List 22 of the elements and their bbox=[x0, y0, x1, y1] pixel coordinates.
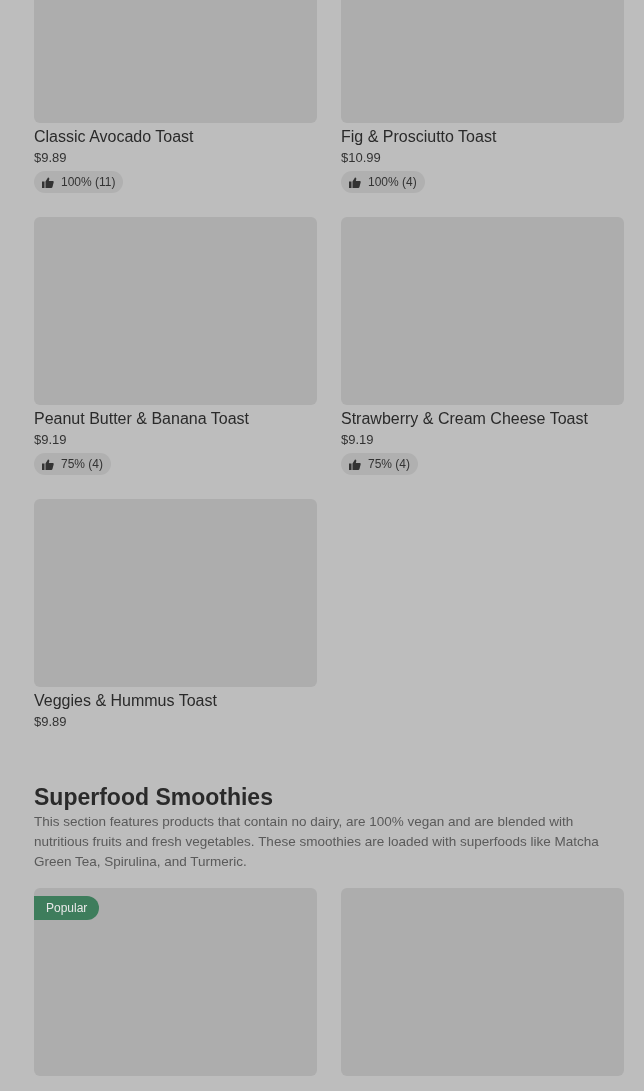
thumbs-up-icon bbox=[42, 458, 54, 470]
product-price: $10.99 bbox=[341, 149, 382, 167]
popular-badge: Popular bbox=[34, 896, 100, 920]
product-name[interactable]: Peanut Butter & Banana Toast bbox=[34, 408, 317, 430]
thumbs-up-icon bbox=[349, 458, 361, 470]
product-name[interactable]: Fig & Prosciutto Toast bbox=[341, 126, 624, 148]
rating-text: 100% (11) bbox=[61, 174, 116, 190]
image-placeholder[interactable]: Popular bbox=[34, 888, 317, 1076]
product-price: $9.19 bbox=[341, 431, 375, 449]
product-price: $9.89 bbox=[34, 149, 68, 167]
rating-text: 75% (4) bbox=[61, 456, 104, 472]
section-description: This section features products that contain no dairy, are 100% vegan and are blended with nutritious fruits and fresh vegetables. These smoothies are loaded with superfoods like Matcha Green Tea, Spirulina, and Turmeric. bbox=[34, 813, 600, 871]
product-name[interactable]: Veggies & Hummus Toast bbox=[34, 690, 317, 712]
rating-text: 100% (4) bbox=[368, 174, 417, 190]
product-name[interactable]: Classic Avocado Toast bbox=[34, 126, 317, 148]
product-price: $9.89 bbox=[34, 713, 68, 731]
rating-text: 75% (4) bbox=[368, 456, 411, 472]
product-price: $9.19 bbox=[34, 431, 68, 449]
thumbs-up-icon bbox=[42, 176, 54, 188]
thumbs-up-icon bbox=[349, 176, 361, 188]
section-title: Superfood Smoothies bbox=[34, 783, 274, 812]
product-name[interactable]: Strawberry & Cream Cheese Toast bbox=[341, 408, 624, 430]
